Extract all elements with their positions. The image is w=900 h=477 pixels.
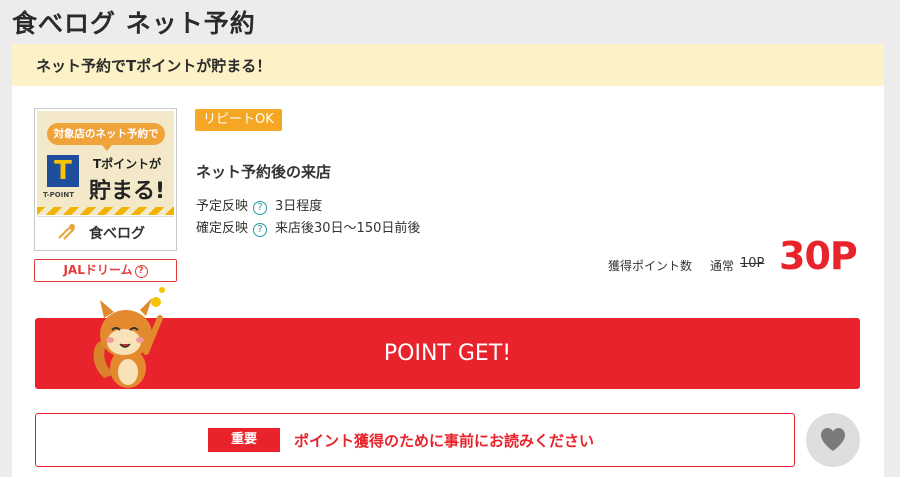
tpoint-letter: T — [54, 156, 72, 186]
detail-row-confirmed: 確定反映? 来店後30日〜150日前後 — [196, 217, 420, 237]
squirrel-mascot-icon — [93, 287, 165, 388]
question-circle-icon: ? — [134, 265, 148, 278]
favorite-button[interactable] — [806, 413, 860, 467]
logo-stripes — [37, 207, 174, 215]
jal-dream-badge[interactable]: JALドリーム? — [34, 259, 177, 282]
logo-slogan-line2: 貯まる! — [89, 179, 166, 204]
offer-condition: ネット予約後の来店 — [196, 163, 332, 181]
tabelog-tpoint-logo: 対象店のネット予約で T T-POINT Tポイントが 貯まる! 食べログ — [34, 108, 177, 251]
points-label: 獲得ポイント数 — [608, 259, 693, 273]
offer-card: ネット予約でTポイントが貯まる！ 対象店のネット予約で T T-POINT Tポ… — [12, 44, 884, 477]
tpoint-logo-icon: T — [47, 155, 79, 187]
logo-divider — [37, 216, 174, 217]
banner-text: ネット予約でTポイントが貯まる！ — [36, 57, 272, 75]
detail-label: 確定反映 — [196, 221, 249, 236]
heart-icon — [821, 428, 845, 451]
important-notice[interactable]: 重要 ポイント獲得のために事前にお読みください — [35, 413, 795, 467]
promo-banner: ネット予約でTポイントが貯まる！ — [12, 44, 884, 86]
detail-value: 3日程度 — [275, 199, 323, 214]
question-circle-icon[interactable]: ? — [253, 223, 268, 237]
points-normal-value: 10P — [740, 256, 765, 271]
logo-brand-text: 食べログ — [89, 226, 145, 242]
points-value: 30P — [779, 234, 858, 278]
notice-tag: 重要 — [208, 428, 280, 452]
tpoint-caption: T-POINT — [43, 191, 74, 199]
page-title: 食べログ ネット予約 — [12, 9, 256, 38]
detail-row-scheduled: 予定反映? 3日程度 — [196, 195, 322, 215]
logo-campaign-area: 対象店のネット予約で T T-POINT Tポイントが 貯まる! — [37, 111, 174, 215]
notice-text: ポイント獲得のために事前にお読みください — [294, 432, 595, 450]
jal-dream-label: JALドリーム — [63, 263, 133, 277]
detail-value: 来店後30日〜150日前後 — [275, 221, 421, 236]
detail-label: 予定反映 — [196, 199, 249, 214]
repeat-ok-tag: リピートOK — [195, 109, 282, 131]
question-circle-icon[interactable]: ? — [253, 201, 268, 215]
points-normal-label: 通常 — [710, 259, 735, 273]
logo-bubble: 対象店のネット予約で — [47, 123, 165, 151]
logo-slogan-line1: Tポイントが — [93, 157, 162, 171]
tabelog-mark-icon — [58, 224, 75, 240]
